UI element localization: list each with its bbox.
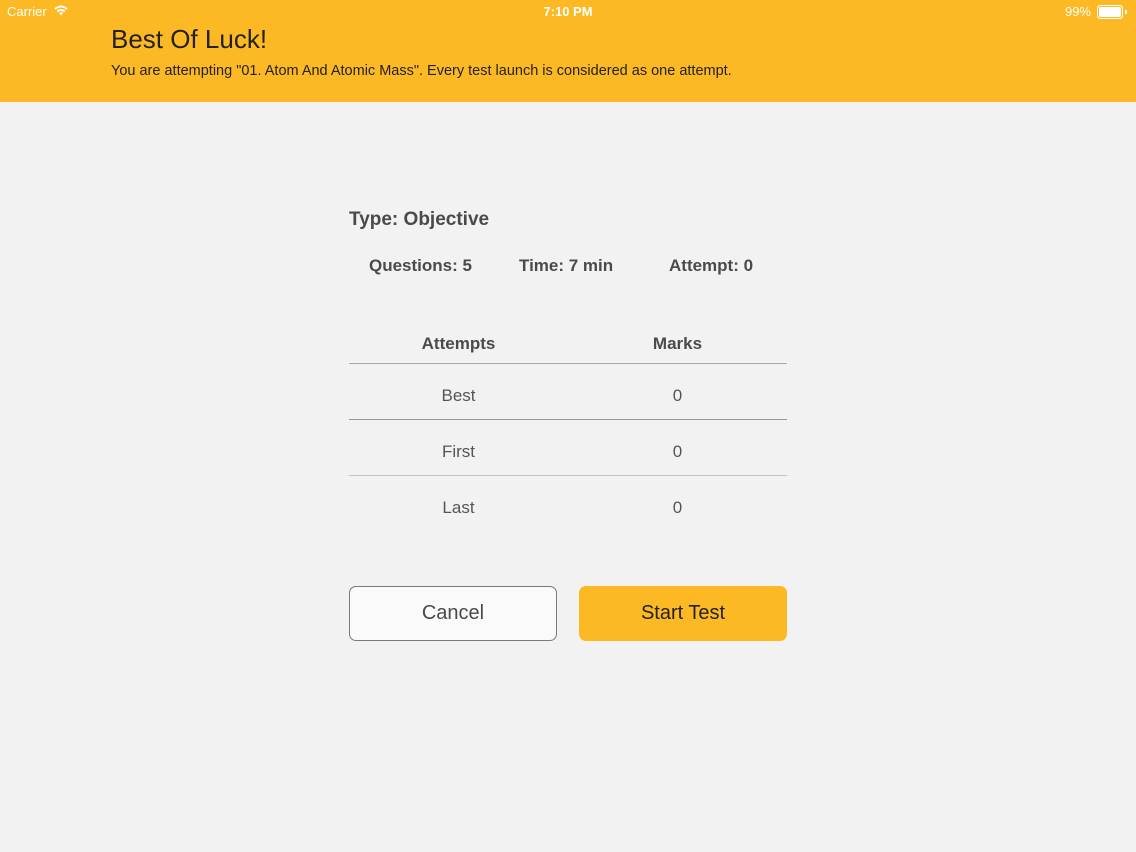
page-subtitle: You are attempting "01. Atom And Atomic …	[111, 63, 732, 79]
time-limit: Time: 7 min	[519, 256, 614, 275]
row-label: Best	[441, 386, 476, 405]
marks-column-header: Marks	[652, 334, 703, 353]
row-label: First	[441, 442, 476, 461]
table-header: Attempts Marks	[349, 318, 787, 364]
battery-cap	[1125, 9, 1127, 14]
battery-icon	[1097, 4, 1123, 19]
row-label: Last	[442, 498, 475, 517]
test-info-panel: Type: Objective Questions: 5 Time: 7 min…	[349, 205, 787, 517]
table-row: Last 0	[349, 476, 787, 531]
cancel-button[interactable]: Cancel	[349, 586, 557, 641]
status-time: 7:10 PM	[543, 4, 593, 19]
attempt-count: Attempt: 0	[669, 256, 754, 275]
header-bar: Carrier 7:10 PM 99% Best Of Luck! You ar…	[0, 0, 1136, 102]
questions-count: Questions: 5	[369, 256, 472, 275]
attempts-table: Attempts Marks Best 0 First 0 Last 0	[349, 318, 787, 531]
row-marks: 0	[672, 498, 683, 517]
start-test-button[interactable]: Start Test	[579, 586, 787, 641]
page-title: Best Of Luck!	[111, 24, 268, 54]
battery-percentage: 99%	[1064, 4, 1091, 19]
table-row: First 0	[349, 420, 787, 476]
table-row: Best 0	[349, 364, 787, 420]
attempts-column-header: Attempts	[421, 334, 496, 353]
row-marks: 0	[672, 386, 683, 405]
test-type-label: Type: Objective	[349, 209, 490, 230]
status-right: 99%	[1065, 4, 1127, 19]
status-bar: Carrier 7:10 PM 99%	[0, 0, 1136, 24]
battery-fill	[1099, 6, 1121, 17]
row-marks: 0	[672, 442, 683, 461]
